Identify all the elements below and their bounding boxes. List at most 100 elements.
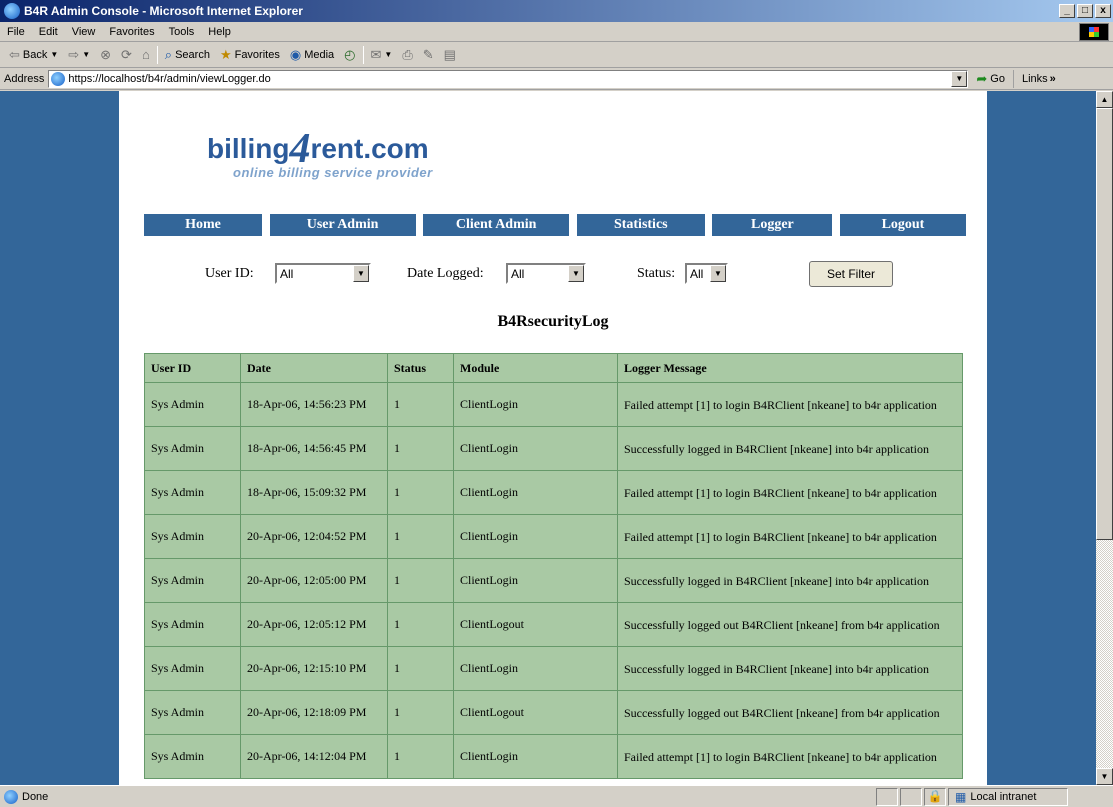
billing4rent-logo: billing4rent.com online billing service … <box>207 121 537 191</box>
table-cell: ClientLogin <box>453 514 618 559</box>
mail-button[interactable]: ✉ ▼ <box>366 44 398 66</box>
address-input[interactable]: https://localhost/b4r/admin/viewLogger.d… <box>48 69 969 88</box>
favorites-button[interactable]: ★ Favorites <box>215 44 285 66</box>
log-title: B4RsecurityLog <box>497 313 609 330</box>
table-cell: 1 <box>387 470 454 515</box>
stop-button[interactable]: ⊗ <box>95 44 116 66</box>
set-filter-button[interactable]: Set Filter <box>809 261 893 287</box>
page-icon <box>4 789 18 804</box>
table-cell: 1 <box>387 426 454 471</box>
page-content: billing4rent.com online billing service … <box>119 91 987 785</box>
status-select[interactable]: All ▼ <box>685 263 728 284</box>
status-bar: Done 🔒 ▦ Local intranet <box>0 785 1113 807</box>
print-button[interactable]: ⎙ <box>397 44 417 66</box>
main-nav: Home User Admin Client Admin Statistics … <box>144 214 966 236</box>
go-arrow-icon: ➦ <box>976 70 988 86</box>
table-cell: Sys Admin <box>144 558 241 603</box>
menu-view[interactable]: View <box>65 26 103 38</box>
refresh-button[interactable]: ⟳ <box>116 44 137 66</box>
page-viewport: billing4rent.com online billing service … <box>0 91 1096 785</box>
table-cell: 20-Apr-06, 12:15:10 PM <box>240 646 388 691</box>
menu-favorites[interactable]: Favorites <box>102 26 161 38</box>
lock-icon: 🔒 <box>927 788 943 803</box>
menu-bar: File Edit View Favorites Tools Help <box>0 22 1113 42</box>
table-cell: 1 <box>387 646 454 691</box>
security-zone: ▦ Local intranet <box>948 787 1068 806</box>
table-row: Sys Admin 20-Apr-06, 12:05:00 PM 1 ClientLo… <box>144 558 963 603</box>
table-body: Sys Admin 18-Apr-06, 14:56:23 PM 1 ClientLo… <box>144 382 963 779</box>
toolbar-separator <box>156 45 158 64</box>
ie-icon <box>4 3 20 19</box>
scroll-down-button[interactable]: ▼ <box>1096 768 1113 785</box>
table-cell: 18-Apr-06, 14:56:45 PM <box>240 426 388 471</box>
forward-button[interactable]: ⇨ ▼ <box>63 44 95 66</box>
vertical-scrollbar[interactable]: ▲ ▼ <box>1096 91 1113 785</box>
date-logged-label: Date Logged: <box>407 266 484 281</box>
stop-icon: ⊗ <box>100 46 112 62</box>
logo-tagline: online billing service provider <box>233 165 433 180</box>
address-dropdown-button[interactable]: ▼ <box>951 70 968 87</box>
media-icon: ◉ <box>289 46 302 62</box>
date-logged-select[interactable]: All ▼ <box>506 263 586 284</box>
edit-icon: ✎ <box>422 46 434 62</box>
table-cell: Sys Admin <box>144 734 241 779</box>
table-cell: Successfully logged out B4RClient [nkean… <box>617 690 963 735</box>
search-button[interactable]: ⌕ Search <box>160 44 215 66</box>
table-cell: 20-Apr-06, 12:04:52 PM <box>240 514 388 559</box>
home-button[interactable]: ⌂ <box>137 44 155 66</box>
table-cell: Failed attempt [1] to login B4RClient [n… <box>617 470 963 515</box>
minimize-button[interactable]: _ <box>1059 4 1075 18</box>
menu-edit[interactable]: Edit <box>32 26 65 38</box>
maximize-button[interactable]: □ <box>1077 4 1093 18</box>
nav-client-admin[interactable]: Client Admin <box>423 214 570 236</box>
go-button[interactable]: ➦ Go <box>968 71 1013 87</box>
status-cell <box>876 787 898 806</box>
links-button[interactable]: Links » <box>1012 69 1056 88</box>
table-cell: 1 <box>387 734 454 779</box>
table-cell: ClientLogin <box>453 558 618 603</box>
nav-logout[interactable]: Logout <box>839 214 966 236</box>
table-cell: Successfully logged in B4RClient [nkeane… <box>617 558 963 603</box>
mail-icon: ✉ <box>370 46 382 62</box>
chevron-down-icon: ▼ <box>50 50 59 59</box>
discuss-icon: ▤ <box>443 46 456 62</box>
page-icon <box>51 71 66 86</box>
menu-help[interactable]: Help <box>201 26 238 38</box>
table-cell: 20-Apr-06, 12:05:00 PM <box>240 558 388 603</box>
toolbar: ⇦ Back ▼ ⇨ ▼ ⊗ ⟳ ⌂ ⌕ Search ★ Favorites … <box>0 42 1113 68</box>
nav-logger[interactable]: Logger <box>712 214 833 236</box>
back-button[interactable]: ⇦ Back ▼ <box>4 44 63 66</box>
edit-button[interactable]: ✎ <box>418 44 439 66</box>
history-button[interactable]: ◴ <box>339 44 360 66</box>
chevron-down-icon: ▼ <box>353 265 369 282</box>
table-cell: Sys Admin <box>144 690 241 735</box>
close-button[interactable]: x <box>1095 4 1111 18</box>
media-button[interactable]: ◉ Media <box>285 44 339 66</box>
nav-home[interactable]: Home <box>144 214 262 236</box>
intranet-icon: ▦ <box>955 789 967 804</box>
table-cell: 1 <box>387 514 454 559</box>
nav-user-admin[interactable]: User Admin <box>269 214 416 236</box>
table-cell: Sys Admin <box>144 514 241 559</box>
table-cell: ClientLogin <box>453 426 618 471</box>
table-cell: Successfully logged in B4RClient [nkeane… <box>617 426 963 471</box>
scroll-thumb[interactable] <box>1096 108 1113 540</box>
nav-statistics[interactable]: Statistics <box>576 214 705 236</box>
column-header: Logger Message <box>617 353 963 383</box>
discuss-button[interactable]: ▤ <box>439 44 461 66</box>
column-header: Status <box>387 353 454 383</box>
menu-file[interactable]: File <box>0 26 32 38</box>
filter-bar: User ID: All ▼ Date Logged: All ▼ Status… <box>119 261 987 287</box>
address-bar: Address https://localhost/b4r/admin/view… <box>0 68 1113 90</box>
menu-tools[interactable]: Tools <box>162 26 202 38</box>
scroll-up-button[interactable]: ▲ <box>1096 91 1113 108</box>
column-header: Module <box>453 353 618 383</box>
table-row: Sys Admin 18-Apr-06, 15:09:32 PM 1 ClientLo… <box>144 470 963 515</box>
user-id-select[interactable]: All ▼ <box>275 263 371 284</box>
table-row: Sys Admin 20-Apr-06, 14:12:04 PM 1 ClientLo… <box>144 734 963 779</box>
table-row: Sys Admin 18-Apr-06, 14:56:45 PM 1 ClientLo… <box>144 426 963 471</box>
table-cell: ClientLogin <box>453 382 618 427</box>
column-header: Date <box>240 353 388 383</box>
table-cell: ClientLogout <box>453 602 618 647</box>
table-cell: 1 <box>387 602 454 647</box>
